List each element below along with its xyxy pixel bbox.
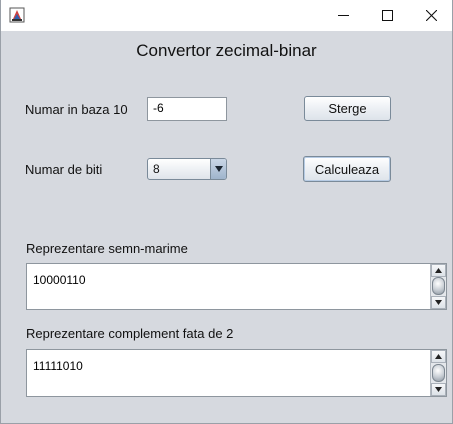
twos-complement-output[interactable]: 11111010 <box>26 349 447 397</box>
bits-select[interactable]: 8 <box>147 158 227 180</box>
page-title: Convertor zecimal-binar <box>136 41 317 60</box>
sign-magnitude-output[interactable]: 10000110 <box>26 263 447 310</box>
maximize-icon <box>381 10 393 21</box>
scroll-thumb[interactable] <box>432 364 445 382</box>
decimal-number-input[interactable]: -6 <box>147 97 227 121</box>
scroll-down-button[interactable] <box>431 296 446 309</box>
title-bar <box>1 0 452 31</box>
scroll-up-button[interactable] <box>431 264 446 277</box>
chevron-down-icon[interactable] <box>210 159 226 179</box>
scroll-thumb[interactable] <box>432 277 445 295</box>
maximize-button[interactable] <box>364 0 410 31</box>
scroll-up-button[interactable] <box>431 350 446 363</box>
sign-magnitude-scrollbar[interactable] <box>430 264 446 309</box>
calculate-button[interactable]: Calculeaza <box>303 156 391 182</box>
clear-button[interactable]: Sterge <box>304 96 391 121</box>
close-icon <box>425 10 437 21</box>
sign-magnitude-value: 10000110 <box>33 273 86 287</box>
input-label: Numar in baza 10 <box>25 102 128 117</box>
twos-complement-scrollbar[interactable] <box>430 350 446 396</box>
minimize-icon <box>337 10 349 21</box>
scroll-down-button[interactable] <box>431 383 446 396</box>
sign-magnitude-label: Reprezentare semn-marime <box>26 241 188 256</box>
twos-complement-label: Reprezentare complement fata de 2 <box>26 326 234 341</box>
app-window: Convertor zecimal-binar Numar in baza 10… <box>0 0 453 424</box>
close-button[interactable] <box>408 0 453 31</box>
minimize-button[interactable] <box>320 0 366 31</box>
bits-select-value: 8 <box>153 162 160 176</box>
twos-complement-value: 11111010 <box>33 359 83 373</box>
java-app-icon <box>9 7 25 23</box>
bits-label: Numar de biti <box>25 162 103 177</box>
